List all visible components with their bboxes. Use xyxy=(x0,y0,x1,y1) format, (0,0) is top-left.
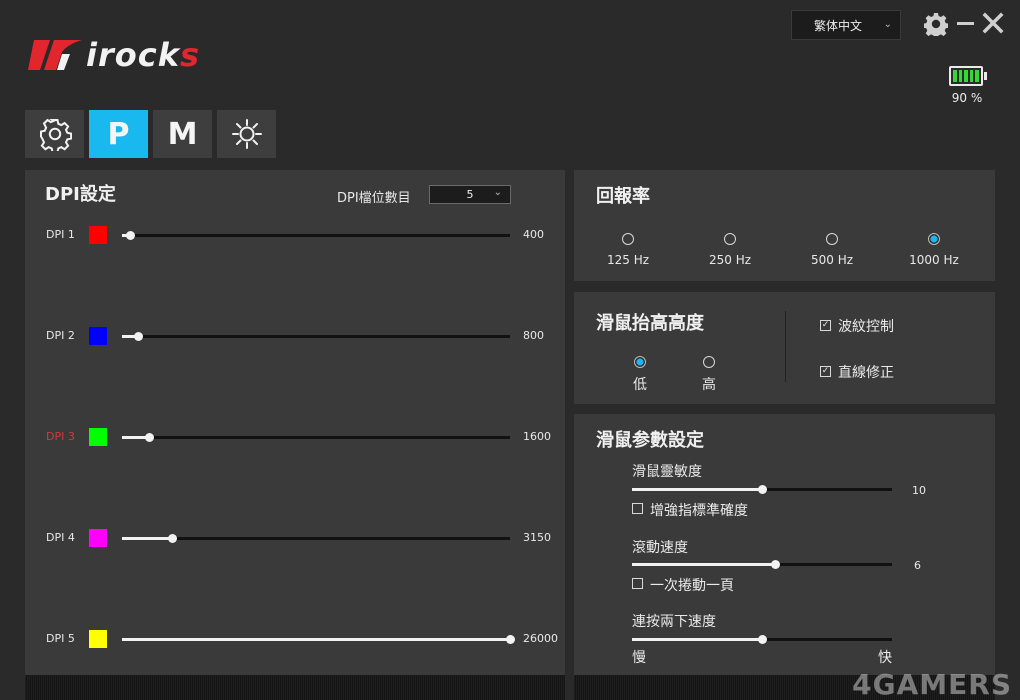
lift-off-title: 滑鼠抬高高度 xyxy=(596,313,704,334)
brand-name: irocks xyxy=(86,36,201,74)
double-click-slider[interactable] xyxy=(632,635,892,644)
page-scroll-checkbox-label: 一次捲動一頁 xyxy=(650,578,734,594)
dpi-value: 800 xyxy=(523,329,544,342)
dpi-count-label: DPI檔位數目 xyxy=(337,191,411,206)
dpi-level-label: DPI 4 xyxy=(46,531,75,544)
slow-label: 慢 xyxy=(632,650,646,666)
report-rate-label: 500 Hz xyxy=(810,253,854,267)
close-icon[interactable] xyxy=(982,12,1004,34)
sensitivity-slider-thumb[interactable] xyxy=(758,485,767,494)
precision-checkbox-label: 增強指標準確度 xyxy=(650,503,748,519)
lift-off-checkbox[interactable]: ✓ xyxy=(820,320,831,331)
sensitivity-label: 滑鼠靈敏度 xyxy=(632,464,702,480)
lift-off-checkbox-label: 波紋控制 xyxy=(838,319,894,335)
tab-lighting[interactable] xyxy=(217,110,276,158)
dpi-slider[interactable] xyxy=(122,433,510,442)
sensitivity-value: 10 xyxy=(912,484,926,497)
dpi-slider-thumb[interactable] xyxy=(133,332,143,341)
lift-off-checkbox[interactable]: ✓ xyxy=(820,366,831,377)
dpi-level-label: DPI 3 xyxy=(46,430,75,443)
tab-profile-label: P xyxy=(107,116,130,152)
page-scroll-checkbox[interactable] xyxy=(632,578,643,589)
report-rate-radio[interactable] xyxy=(724,233,736,245)
dpi-level-label: DPI 1 xyxy=(46,228,75,241)
report-rate-radio[interactable] xyxy=(622,233,634,245)
dpi-color-swatch[interactable] xyxy=(89,428,107,446)
double-click-label: 連按兩下速度 xyxy=(632,614,716,630)
fast-label: 快 xyxy=(878,650,892,666)
gear-icon xyxy=(39,118,72,151)
dpi-count-value: 5 xyxy=(466,188,474,201)
dpi-level-label: DPI 2 xyxy=(46,329,75,342)
battery-percent: 90 % xyxy=(951,91,983,105)
tab-settings[interactable] xyxy=(25,110,84,158)
dpi-slider[interactable] xyxy=(122,635,515,644)
dpi-value: 400 xyxy=(523,228,544,241)
divider xyxy=(785,311,786,382)
dpi-slider[interactable] xyxy=(122,534,510,543)
double-click-slider-thumb[interactable] xyxy=(758,635,767,644)
tab-profile[interactable]: P xyxy=(89,110,148,158)
dpi-value: 1600 xyxy=(523,430,551,443)
dpi-panel xyxy=(25,170,565,675)
report-rate-label: 1000 Hz xyxy=(909,253,959,267)
scroll-speed-slider[interactable] xyxy=(632,560,892,569)
chevron-down-icon: ⌄ xyxy=(883,19,892,30)
report-rate-title: 回報率 xyxy=(596,186,650,207)
dpi-slider-thumb[interactable] xyxy=(506,635,515,644)
dpi-value: 26000 xyxy=(523,632,558,645)
scroll-speed-slider-thumb[interactable] xyxy=(771,560,780,569)
lift-off-radio[interactable] xyxy=(634,356,646,368)
dpi-title: DPI設定 xyxy=(45,184,116,205)
dpi-level-label: DPI 5 xyxy=(46,632,75,645)
scroll-speed-label: 滾動速度 xyxy=(632,540,688,556)
dpi-count-select[interactable]: 5 ⌄ xyxy=(429,185,511,204)
scroll-speed-value: 6 xyxy=(914,559,921,572)
report-rate-label: 125 Hz xyxy=(606,253,650,267)
sun-icon xyxy=(231,119,262,149)
chevron-down-icon: ⌄ xyxy=(493,187,502,198)
language-value: 繁体中文 xyxy=(813,18,862,33)
sensitivity-slider[interactable] xyxy=(632,485,892,494)
lift-off-checkbox-label: 直線修正 xyxy=(838,365,894,381)
dpi-slider[interactable] xyxy=(122,332,510,341)
dpi-color-swatch[interactable] xyxy=(89,529,107,547)
report-rate-label: 250 Hz xyxy=(708,253,752,267)
lift-off-label: 高 xyxy=(702,377,716,393)
report-rate-radio[interactable] xyxy=(928,233,940,245)
tab-macro-label: M xyxy=(167,116,198,152)
dpi-value: 3150 xyxy=(523,531,551,544)
language-select[interactable]: 繁体中文 ⌄ xyxy=(791,10,901,40)
dpi-color-swatch[interactable] xyxy=(89,327,107,345)
dpi-slider[interactable] xyxy=(122,231,510,240)
lift-off-radio[interactable] xyxy=(703,356,715,368)
tab-macro[interactable]: M xyxy=(153,110,212,158)
dpi-color-swatch[interactable] xyxy=(89,630,107,648)
precision-checkbox[interactable] xyxy=(632,503,643,514)
minimize-button[interactable] xyxy=(957,22,974,25)
mouse-params-title: 滑鼠参數設定 xyxy=(596,430,704,451)
settings-gear-icon[interactable] xyxy=(923,12,949,39)
report-rate-radio[interactable] xyxy=(826,233,838,245)
dpi-slider-thumb[interactable] xyxy=(125,231,135,240)
lift-off-label: 低 xyxy=(633,377,647,393)
watermark: 4GAMERS xyxy=(852,668,1012,700)
battery-icon xyxy=(949,66,983,86)
battery-tip xyxy=(984,72,987,80)
dpi-color-swatch[interactable] xyxy=(89,226,107,244)
footer-stripe-left xyxy=(25,675,565,700)
